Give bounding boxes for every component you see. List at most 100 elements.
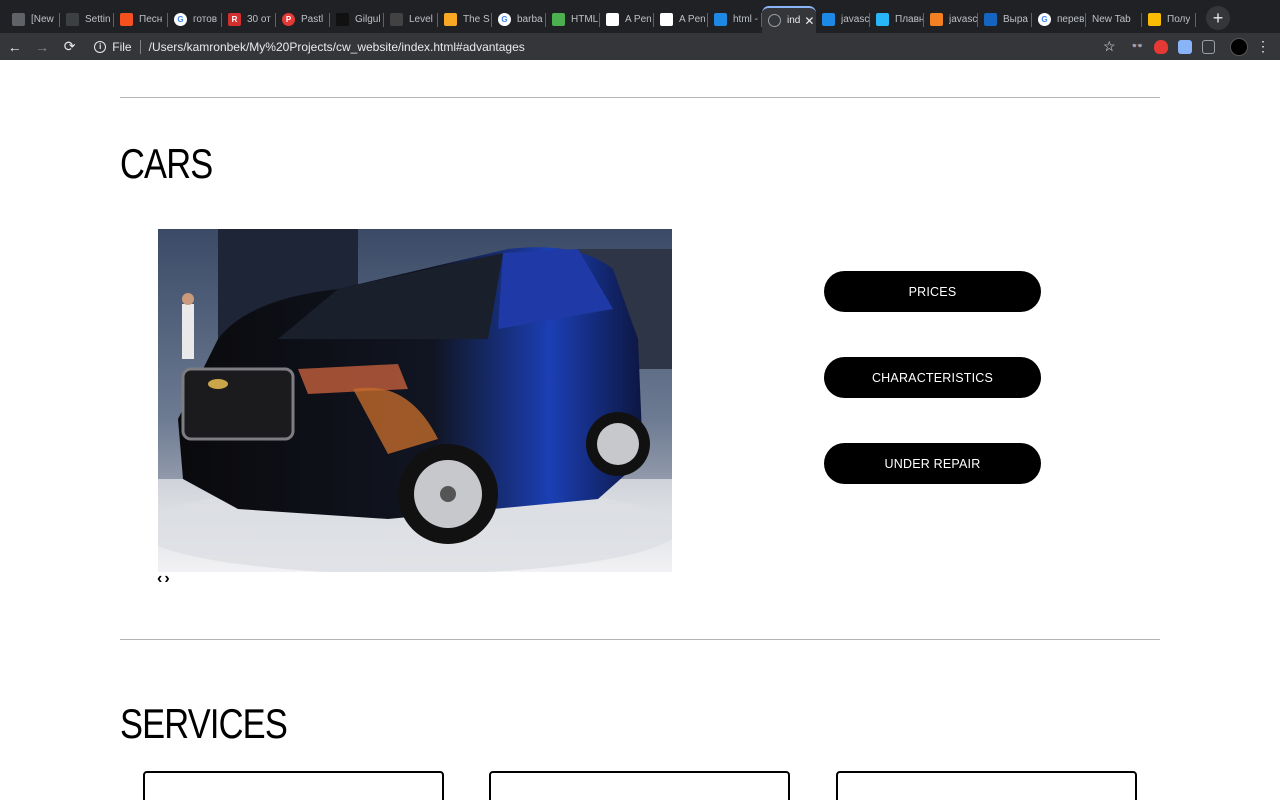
characteristics-button[interactable]: CHARACTERISTICS xyxy=(824,357,1041,398)
stackoverflow-icon xyxy=(930,13,943,26)
browser-tab[interactable]: Плавн xyxy=(870,6,924,33)
braces-icon xyxy=(12,13,25,26)
slider-prev-button[interactable]: ‹ xyxy=(157,570,162,588)
browser-tab[interactable]: Gilgul xyxy=(330,6,384,33)
browser-tab[interactable]: HTML xyxy=(546,6,600,33)
under-repair-button[interactable]: UNDER REPAIR xyxy=(824,443,1041,484)
reload-button[interactable]: ⟳ xyxy=(57,36,82,58)
browser-tab[interactable]: javasc xyxy=(816,6,870,33)
cars-heading: CARS xyxy=(120,140,213,187)
tab-title: Level xyxy=(409,14,433,25)
codepen-icon xyxy=(606,13,619,26)
tab-title: Settin xyxy=(85,14,111,25)
google-icon: G xyxy=(174,13,187,26)
stack-icon xyxy=(714,13,727,26)
tab-title: A Pen xyxy=(625,14,652,25)
prices-button[interactable]: PRICES xyxy=(824,271,1041,312)
browser-tab[interactable]: Gперев xyxy=(1032,6,1086,33)
browser-tab[interactable]: The S xyxy=(438,6,492,33)
browser-tab[interactable]: javasc xyxy=(924,6,978,33)
tab-title: The S xyxy=(463,14,490,25)
browser-tab[interactable]: R 30 от xyxy=(222,6,276,33)
browser-tab[interactable]: html - xyxy=(708,6,762,33)
html-icon xyxy=(552,13,565,26)
forward-button[interactable]: → xyxy=(29,36,54,58)
tab-title: Gilgul xyxy=(355,14,381,25)
browser-tab[interactable]: Gbarba xyxy=(492,6,546,33)
info-icon[interactable]: i xyxy=(94,40,107,53)
google-icon: G xyxy=(1038,13,1051,26)
tab-title: barba xyxy=(517,14,543,25)
browser-tab[interactable]: A Pen xyxy=(654,6,708,33)
tab-title: Песн xyxy=(139,14,163,25)
service-card[interactable] xyxy=(836,771,1137,800)
web-page: CARS ‹ › PRICES CHARACTERISTICS UNDER RE… xyxy=(0,60,1280,800)
browser-tab[interactable]: Полу xyxy=(1142,6,1196,33)
extension-glasses-icon[interactable]: 👓 xyxy=(1131,40,1145,54)
ampersand-icon xyxy=(66,13,79,26)
r-icon: R xyxy=(228,13,241,26)
slider-controls: ‹ › xyxy=(157,570,170,588)
browser-tab[interactable]: ind ✕ xyxy=(762,6,816,33)
extension-image-icon[interactable] xyxy=(1177,39,1192,54)
tab-title: перев xyxy=(1057,14,1085,25)
codepen-icon xyxy=(660,13,673,26)
tab-title: Плавн xyxy=(895,14,924,25)
tab-title: Выра xyxy=(1003,14,1028,25)
browser-tab[interactable]: Песн xyxy=(114,6,168,33)
new-tab-plus-icon[interactable]: + xyxy=(1206,6,1230,30)
tab-strip: [New Settin Песн Gготов R 30 от P Pastl Gilgul Le… xyxy=(0,0,1280,33)
extension-cast-icon[interactable] xyxy=(1201,39,1216,54)
globe-icon xyxy=(768,14,781,27)
service-card[interactable] xyxy=(143,771,444,800)
car-photo-illustration xyxy=(158,229,672,572)
browser-tab[interactable]: A Pen xyxy=(600,6,654,33)
services-heading: SERVICES xyxy=(120,700,288,747)
address-bar[interactable]: i File /Users/kamronbek/My%20Projects/cw… xyxy=(86,36,1103,58)
tab-title: Pastl xyxy=(301,14,324,25)
car-slider-image xyxy=(158,229,672,572)
browser-tab[interactable]: Level xyxy=(384,6,438,33)
extension-shield-icon[interactable] xyxy=(1154,39,1168,54)
p-icon: P xyxy=(282,13,295,26)
browser-tab[interactable]: New Tab xyxy=(1086,6,1142,33)
tab-title: New Tab xyxy=(1092,14,1131,25)
tab-title: javasc xyxy=(949,14,978,25)
square-icon xyxy=(444,13,457,26)
close-icon[interactable]: ✕ xyxy=(804,14,814,28)
browser-tab[interactable]: Gготов xyxy=(168,6,222,33)
tab-title: A Pen xyxy=(679,14,706,25)
g-icon xyxy=(336,13,349,26)
slider-next-button[interactable]: › xyxy=(164,570,169,588)
back-button[interactable]: ← xyxy=(2,36,27,58)
stack-icon xyxy=(822,13,835,26)
url-scheme-label: File xyxy=(112,39,132,54)
bookmark-star-icon[interactable]: ☆ xyxy=(1103,38,1116,55)
kebab-menu-icon[interactable]: ⋮ xyxy=(1256,38,1270,55)
tab-title: HTML xyxy=(571,14,599,25)
omnibox-divider xyxy=(139,39,141,54)
tab-title: html - xyxy=(733,14,758,25)
music-icon xyxy=(120,13,133,26)
browser-tab[interactable]: Settin xyxy=(60,6,114,33)
section-divider-top xyxy=(120,97,1160,98)
tab-title: ind xyxy=(787,15,801,26)
tab-title: javasc xyxy=(841,14,870,25)
section-divider-bottom xyxy=(120,639,1160,640)
tab-title: [New xyxy=(31,14,54,25)
url-text[interactable]: /Users/kamronbek/My%20Projects/cw_websit… xyxy=(149,40,525,54)
square-icon xyxy=(876,13,889,26)
browser-tab[interactable]: [New xyxy=(6,6,60,33)
browser-tab[interactable]: P Pastl xyxy=(276,6,330,33)
photos-icon xyxy=(1148,13,1161,26)
browser-tab[interactable]: Выра xyxy=(978,6,1032,33)
tab-title: 30 от xyxy=(247,14,271,25)
tab-title: готов xyxy=(193,14,218,25)
tab-title: Полу xyxy=(1167,14,1191,25)
puzzle-icon xyxy=(984,13,997,26)
v-icon xyxy=(390,13,403,26)
google-icon: G xyxy=(498,13,511,26)
profile-avatar[interactable] xyxy=(1230,37,1249,56)
browser-toolbar: ← → ⟳ i File /Users/kamronbek/My%20Proje… xyxy=(0,33,1280,60)
service-card[interactable] xyxy=(489,771,790,800)
